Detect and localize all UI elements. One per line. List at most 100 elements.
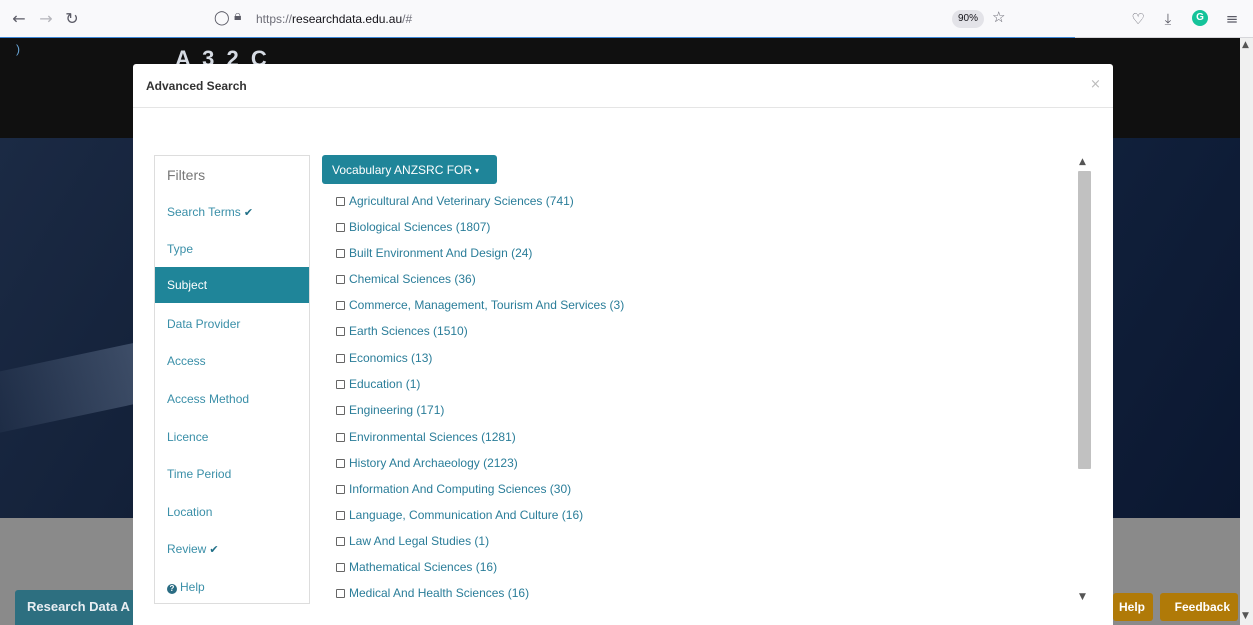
filter-label: Data Provider: [167, 317, 241, 331]
subject-label[interactable]: Chemical Sciences (36): [349, 272, 476, 286]
checkbox[interactable]: [336, 275, 345, 284]
subject-item[interactable]: Economics (13): [336, 351, 432, 365]
filter-review[interactable]: Review ✔: [155, 531, 309, 567]
scroll-down-icon[interactable]: ▼: [1079, 592, 1086, 602]
scrollbar-thumb[interactable]: [1078, 171, 1091, 469]
subject-item[interactable]: Chemical Sciences (36): [336, 272, 476, 286]
feedback-tab[interactable]: Feedback: [1160, 593, 1238, 621]
checkbox[interactable]: [336, 433, 345, 442]
checkbox[interactable]: [336, 459, 345, 468]
subject-label[interactable]: Law And Legal Studies (1): [349, 534, 489, 548]
subject-item[interactable]: Commerce, Management, Tourism And Servic…: [336, 298, 624, 312]
subject-label[interactable]: Environmental Sciences (1281): [349, 430, 516, 444]
close-icon[interactable]: ×: [1090, 77, 1101, 92]
subject-item[interactable]: Built Environment And Design (24): [336, 246, 532, 260]
filter-location[interactable]: Location: [155, 494, 309, 530]
scroll-down-icon[interactable]: ▼: [1242, 611, 1249, 621]
subject-item[interactable]: Environmental Sciences (1281): [336, 430, 516, 444]
filters-title: Filters: [167, 167, 206, 183]
checkbox[interactable]: [336, 537, 345, 546]
browser-toolbar: ← → ↻ ◯ 🔒︎ https://researchdata.edu.au/#…: [0, 0, 1253, 39]
subject-label[interactable]: Language, Communication And Culture (16): [349, 508, 583, 522]
lock-icon[interactable]: 🔒︎: [234, 8, 241, 24]
subject-label[interactable]: Information And Computing Sciences (30): [349, 482, 571, 496]
modal-header: Advanced Search ×: [133, 64, 1113, 108]
filter-label: Access Method: [167, 392, 250, 406]
url-path: /#: [402, 12, 413, 26]
subject-item[interactable]: History And Archaeology (2123): [336, 456, 518, 470]
checkbox[interactable]: [336, 301, 345, 310]
checkbox[interactable]: [336, 485, 345, 494]
checkbox[interactable]: [336, 589, 345, 598]
subject-item[interactable]: Education (1): [336, 377, 420, 391]
subject-item[interactable]: Biological Sciences (1807): [336, 220, 490, 234]
page-scrollbar[interactable]: ▲ ▼: [1240, 38, 1253, 625]
subject-item[interactable]: Information And Computing Sciences (30): [336, 482, 571, 496]
subject-label[interactable]: Biological Sciences (1807): [349, 220, 490, 234]
downloads-icon[interactable]: ⤓: [1158, 9, 1178, 29]
subject-label[interactable]: Engineering (171): [349, 403, 444, 417]
vocabulary-label: Vocabulary ANZSRC FOR: [332, 163, 473, 177]
checkbox[interactable]: [336, 249, 345, 258]
subject-label[interactable]: Education (1): [349, 377, 420, 391]
checkbox[interactable]: [336, 380, 345, 389]
checkbox[interactable]: [336, 354, 345, 363]
checkbox[interactable]: [336, 563, 345, 572]
vocabulary-dropdown-button[interactable]: Vocabulary ANZSRC FOR ▾: [322, 155, 497, 184]
checkbox[interactable]: [336, 197, 345, 206]
subject-label[interactable]: Built Environment And Design (24): [349, 246, 532, 260]
menu-hamburger-icon[interactable]: ≡: [1222, 9, 1242, 29]
filter-search-terms[interactable]: Search Terms ✔: [155, 194, 309, 230]
subject-item[interactable]: Medical And Health Sciences (16): [336, 586, 529, 600]
filter-access-method[interactable]: Access Method: [155, 381, 309, 417]
question-circle-icon: ?: [167, 584, 177, 594]
reload-icon[interactable]: ↻: [62, 9, 82, 29]
research-data-button[interactable]: Research Data A: [15, 590, 135, 625]
subject-label[interactable]: Mathematical Sciences (16): [349, 560, 497, 574]
subject-item[interactable]: Engineering (171): [336, 403, 444, 417]
filter-licence[interactable]: Licence: [155, 419, 309, 455]
grammarly-extension-icon[interactable]: G: [1192, 10, 1208, 26]
filter-label: Help: [180, 580, 205, 594]
checkbox[interactable]: [336, 406, 345, 415]
filter-time-period[interactable]: Time Period: [155, 456, 309, 492]
subject-item[interactable]: Earth Sciences (1510): [336, 324, 468, 338]
zoom-level-badge[interactable]: 90%: [952, 10, 985, 28]
tracking-shield-icon[interactable]: ◯: [214, 10, 230, 26]
back-arrow-icon[interactable]: ←: [9, 9, 29, 29]
subject-item[interactable]: Mathematical Sciences (16): [336, 560, 497, 574]
checkbox[interactable]: [336, 223, 345, 232]
forward-arrow-icon[interactable]: →: [36, 9, 56, 29]
url-bar[interactable]: ◯ 🔒︎ https://researchdata.edu.au/# 90% ☆: [200, 5, 1020, 33]
filter-label: Review: [167, 542, 207, 556]
subject-item[interactable]: Law And Legal Studies (1): [336, 534, 489, 548]
scroll-up-icon[interactable]: ▲: [1242, 40, 1249, 50]
subject-list-scrollbar[interactable]: ▲ ▼: [1076, 155, 1093, 604]
checkbox[interactable]: [336, 327, 345, 336]
subject-label[interactable]: Medical And Health Sciences (16): [349, 586, 529, 600]
subject-item[interactable]: Agricultural And Veterinary Sciences (74…: [336, 194, 574, 208]
filter-type[interactable]: Type: [155, 231, 309, 267]
filter-label: Access: [167, 354, 206, 368]
bookmark-star-icon[interactable]: ☆: [992, 8, 1005, 26]
subject-item[interactable]: Language, Communication And Culture (16): [336, 508, 583, 522]
url-text[interactable]: https://researchdata.edu.au/#: [256, 12, 412, 26]
loading-spinner-icon: ): [16, 42, 20, 56]
help-tab[interactable]: Help: [1113, 593, 1153, 621]
filter-subject[interactable]: Subject: [155, 267, 309, 303]
filter-data-provider[interactable]: Data Provider: [155, 306, 309, 342]
filter-help[interactable]: ? Help: [155, 569, 309, 605]
checkbox[interactable]: [336, 511, 345, 520]
subject-label[interactable]: History And Archaeology (2123): [349, 456, 518, 470]
checkmark-icon: ✔: [243, 206, 254, 219]
scroll-up-icon[interactable]: ▲: [1079, 157, 1086, 167]
filter-access[interactable]: Access: [155, 343, 309, 379]
subject-label[interactable]: Economics (13): [349, 351, 432, 365]
subject-label[interactable]: Earth Sciences (1510): [349, 324, 468, 338]
pocket-icon[interactable]: ♡: [1128, 9, 1148, 29]
advanced-search-modal: Advanced Search × Filters Search Terms ✔ …: [133, 64, 1113, 625]
checkmark-icon: ✔: [209, 543, 219, 556]
subject-label[interactable]: Agricultural And Veterinary Sciences (74…: [349, 194, 574, 208]
subject-label[interactable]: Commerce, Management, Tourism And Servic…: [349, 298, 624, 312]
modal-title: Advanced Search: [146, 79, 247, 93]
